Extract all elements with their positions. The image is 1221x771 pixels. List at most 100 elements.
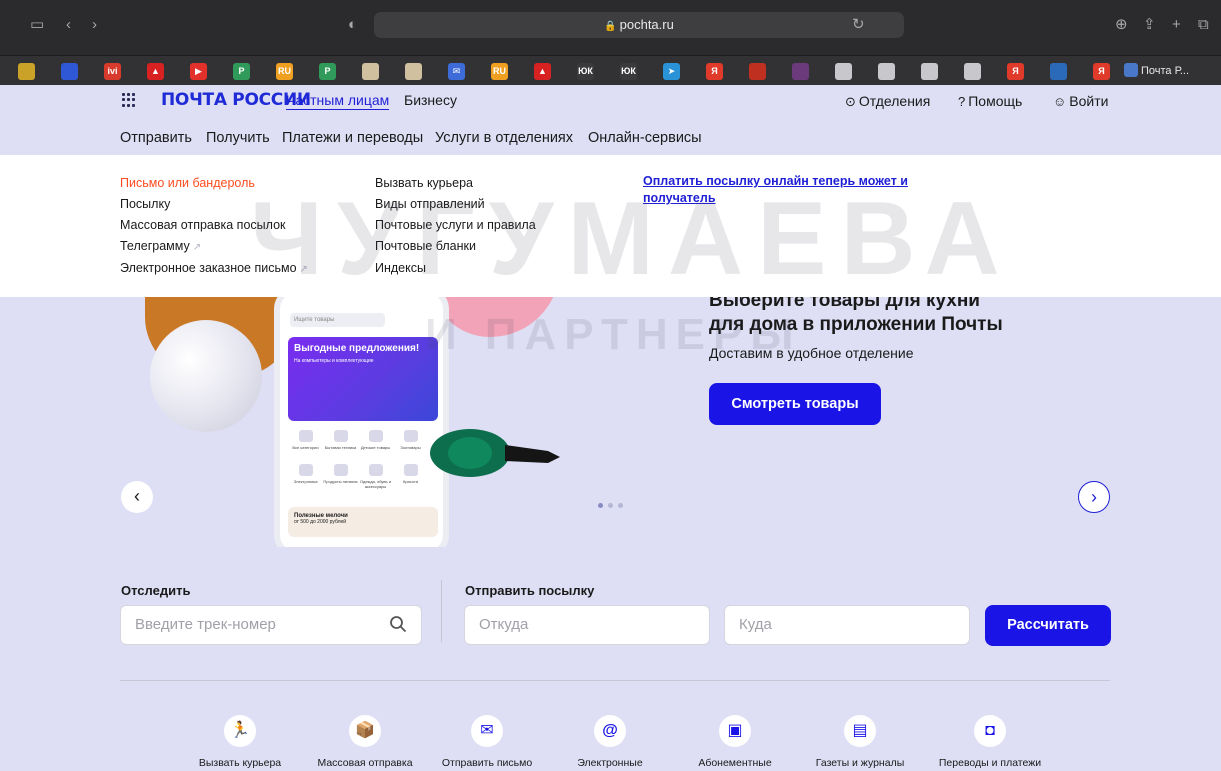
newspaper-icon: ▤ [844, 715, 876, 747]
subscription-box-icon: ▣ [719, 715, 751, 747]
bookmark-favicon-icon[interactable] [878, 63, 895, 80]
phone-promo-title: Выгодные предложения! [294, 343, 420, 354]
from-input[interactable]: Откуда [464, 605, 710, 645]
bookmark-favicon-icon[interactable] [964, 63, 981, 80]
menu-payments[interactable]: Платежи и переводы [282, 130, 423, 146]
nav-private-persons[interactable]: Частным лицам [286, 92, 390, 110]
carousel-dot[interactable] [618, 503, 623, 508]
service-shortcut[interactable]: ▤ Газеты и журналы [795, 715, 925, 769]
view-products-button[interactable]: Смотреть товары [709, 383, 881, 425]
external-link-icon: ↗ [192, 242, 202, 253]
search-icon[interactable] [389, 615, 407, 633]
dd-shipment-types[interactable]: Виды отправлений [375, 197, 485, 211]
bookmark-favicon-icon[interactable]: ▲ [534, 63, 551, 80]
bookmark-favicon-icon[interactable]: ✉ [448, 63, 465, 80]
address-bar[interactable]: 🔒 pochta.ru [374, 12, 904, 38]
dd-e-registered-letter[interactable]: Электронное заказное письмо ↗ [120, 261, 308, 275]
bookmark-favicon-icon[interactable]: ЮК [577, 63, 594, 80]
carousel-dot[interactable] [598, 503, 603, 508]
bookmark-favicon-icon[interactable] [362, 63, 379, 80]
menu-receive[interactable]: Получить [206, 130, 270, 146]
bookmark-favicon-icon[interactable] [61, 63, 78, 80]
carousel-dot[interactable] [608, 503, 613, 508]
hero-banner: Ищите товары Выгодные предложения! На ко… [0, 297, 1221, 547]
download-icon[interactable]: ⊕ [1115, 15, 1128, 35]
phone-app-mockup: Ищите товары Выгодные предложения! На ко… [274, 297, 449, 547]
bookmark-favicon-icon[interactable]: Я [1007, 63, 1024, 80]
service-shortcut[interactable]: ◘ Переводы и платежи [925, 715, 1055, 769]
dd-telegram[interactable]: Телеграмму ↗ [120, 239, 201, 253]
sidebar-toggle-icon[interactable]: ▭ [30, 15, 44, 35]
back-icon[interactable]: ‹ [66, 15, 71, 35]
bookmark-favicon-icon[interactable] [921, 63, 938, 80]
bookmark-favicon-icon[interactable] [18, 63, 35, 80]
help-link[interactable]: ? Помощь [958, 93, 1022, 109]
bookmark-favicon-icon[interactable] [749, 63, 766, 80]
promo-online-payment-link[interactable]: Оплатить посылку онлайн теперь может и п… [643, 173, 943, 207]
pochta-favicon-icon [1124, 63, 1138, 77]
new-tab-icon[interactable]: + [1172, 15, 1181, 35]
dd-indexes[interactable]: Индексы [375, 261, 426, 275]
dd-call-courier[interactable]: Вызвать курьера [375, 176, 473, 190]
dd-parcel[interactable]: Посылку [120, 197, 170, 211]
nav-business[interactable]: Бизнесу [404, 92, 457, 108]
bookmark-favicon-icon[interactable]: RU [276, 63, 293, 80]
tab-overview-icon[interactable]: ⧉ [1198, 15, 1209, 35]
bookmark-favicon-icon[interactable] [405, 63, 422, 80]
carousel-next-button[interactable]: › [1078, 481, 1110, 513]
offices-label: Отделения [858, 93, 931, 109]
service-shortcut[interactable]: 📦 Массовая отправка [300, 715, 430, 769]
bookmark-pochta[interactable]: Почта Р... [1124, 63, 1189, 80]
track-label: Отследить [121, 583, 191, 598]
login-link[interactable]: ☺ Войти [1053, 93, 1108, 109]
horizontal-divider [120, 680, 1110, 681]
bookmark-favicon-icon[interactable]: P [319, 63, 336, 80]
carousel-prev-button[interactable]: ‹ [121, 481, 153, 513]
phone-promo-sub: На компьютеры и комплектующие [294, 358, 374, 364]
service-shortcut[interactable]: @ Электронные [545, 715, 675, 769]
bookmark-favicon-icon[interactable]: ▶ [190, 63, 207, 80]
service-shortcut[interactable]: ✉ Отправить письмо [422, 715, 552, 769]
apps-grid-icon[interactable] [122, 93, 136, 107]
bookmark-favicon-icon[interactable]: RU [491, 63, 508, 80]
service-label: Газеты и журналы [815, 757, 905, 769]
bookmark-favicon-icon[interactable]: ivi [104, 63, 121, 80]
dd-postal-forms[interactable]: Почтовые бланки [375, 239, 476, 253]
forward-icon[interactable]: › [92, 15, 97, 35]
menu-online-services[interactable]: Онлайн-сервисы [588, 130, 702, 146]
bookmark-favicon-icon[interactable]: ➤ [663, 63, 680, 80]
dd-postal-rules[interactable]: Почтовые услуги и правила [375, 218, 536, 232]
privacy-shield-icon[interactable]: ◐ [348, 15, 357, 35]
url-text: pochta.ru [619, 17, 674, 32]
help-label: Помощь [968, 93, 1023, 109]
offices-link[interactable]: ⊙ Отделения [845, 93, 930, 110]
service-shortcut[interactable]: 🏃 Вызвать курьера [175, 715, 305, 769]
dd-mass-parcels[interactable]: Массовая отправка посылок [120, 218, 286, 232]
bookmark-favicon-icon[interactable] [792, 63, 809, 80]
phone-category: Одежда, обувь и аксессуары [358, 462, 393, 496]
to-input[interactable]: Куда [724, 605, 970, 645]
hair-dryer-image [430, 429, 560, 477]
external-link-icon: ↗ [299, 264, 308, 275]
menu-send[interactable]: Отправить [120, 130, 192, 146]
bookmark-favicon-icon[interactable] [1050, 63, 1067, 80]
bookmark-favicon-icon[interactable]: ЮК [620, 63, 637, 80]
bookmark-favicon-icon[interactable]: ▲ [147, 63, 164, 80]
bookmark-favicon-icon[interactable]: P [233, 63, 250, 80]
bookmark-favicon-icon[interactable]: Я [706, 63, 723, 80]
track-number-input[interactable]: Введите трек-номер [120, 605, 422, 645]
track-placeholder: Введите трек-номер [135, 616, 276, 633]
calculate-button[interactable]: Рассчитать [985, 605, 1111, 646]
share-icon[interactable]: ⇪ [1143, 15, 1156, 35]
bookmark-favicon-icon[interactable]: Я [1093, 63, 1110, 80]
reload-icon[interactable]: ↻ [852, 15, 865, 35]
courier-icon: 🏃 [224, 715, 256, 747]
dd-letter-parcel[interactable]: Письмо или бандероль [120, 176, 255, 190]
browser-titlebar: ▭ ‹ › ◐ 🔒 pochta.ru ↻ ⊕ ⇪ + ⧉ [0, 0, 1221, 55]
location-pin-icon: ⊙ [845, 94, 856, 109]
service-shortcut[interactable]: ▣ Абонементные [670, 715, 800, 769]
menu-office-services[interactable]: Услуги в отделениях [435, 130, 573, 146]
service-label: Переводы и платежи [938, 757, 1042, 769]
bookmark-favicon-icon[interactable] [835, 63, 852, 80]
lock-icon: 🔒 [604, 21, 617, 32]
